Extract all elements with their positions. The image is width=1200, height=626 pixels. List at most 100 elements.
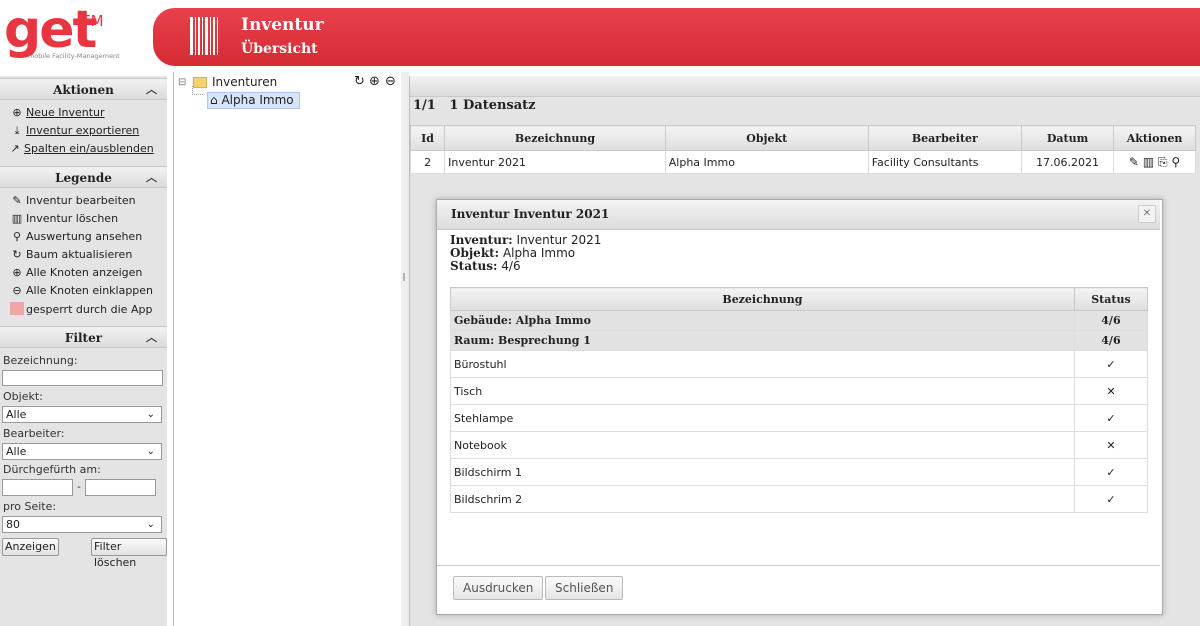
objekt-select[interactable]: Alle ⌄ bbox=[2, 406, 162, 423]
app-header: get FM mobile Facility-Management Invent… bbox=[0, 0, 1200, 72]
checkmark-icon: ✓ bbox=[1073, 404, 1149, 432]
tree-node-alpha-immo[interactable]: ⌂ Alpha Immo bbox=[207, 92, 300, 109]
date-label: Dürchgefürth am: bbox=[3, 463, 101, 476]
legend-label: Inventur bearbeiten bbox=[26, 194, 136, 207]
group-status: 4/6 bbox=[1073, 310, 1149, 331]
export-inventory-label[interactable]: Inventur exportieren bbox=[26, 124, 139, 137]
bezeichnung-input[interactable] bbox=[2, 370, 163, 386]
objekt-info-value: Alpha Immo bbox=[502, 246, 576, 260]
page-subtitle: Übersicht bbox=[241, 41, 318, 57]
legend-label: Baum aktualisieren bbox=[26, 248, 133, 261]
legend-label: Auswertung ansehen bbox=[26, 230, 143, 243]
legend-label: gesperrt durch die App bbox=[26, 303, 153, 316]
logo-tagline: mobile Facility-Management bbox=[28, 52, 120, 60]
tree-root-label[interactable]: Inventuren bbox=[212, 75, 277, 89]
plus-circle-icon: ⊕ bbox=[12, 106, 22, 119]
export-file-icon[interactable]: ⎘ bbox=[1158, 155, 1168, 169]
list-item: Stehlampe ✓ bbox=[450, 404, 1149, 432]
actions-section-header[interactable]: Aktionen ︿ bbox=[0, 78, 167, 100]
list-item: Bürostuhl ✓ bbox=[450, 350, 1149, 378]
refresh-icon[interactable]: ↻ bbox=[354, 74, 365, 89]
logo-superscript: FM bbox=[82, 12, 104, 30]
legend-item: ⊖ Alle Knoten einklappen bbox=[10, 284, 153, 297]
item-label: Bürostuhl bbox=[450, 350, 1075, 378]
magnifier-icon: ⚲ bbox=[12, 230, 22, 243]
per-page-label: pro Seite: bbox=[3, 500, 57, 513]
close-button[interactable]: Schließen bbox=[545, 576, 624, 600]
dialog-table-header: Bezeichnung Status bbox=[450, 287, 1149, 311]
column-header-bezeichnung[interactable]: Bezeichnung bbox=[444, 125, 666, 151]
chevron-up-icon[interactable]: ︿ bbox=[146, 327, 157, 349]
legend-label: Alle Knoten einklappen bbox=[26, 284, 154, 297]
page-info: 1/1 bbox=[413, 98, 436, 113]
column-header-bearbeiter[interactable]: Bearbeiter bbox=[867, 125, 1022, 151]
show-button[interactable]: Anzeigen bbox=[2, 538, 59, 556]
tree-connector bbox=[192, 86, 203, 95]
magnifier-icon[interactable]: ⚲ bbox=[1171, 155, 1180, 169]
cell-actions: ✎ ▥ ⎘ ⚲ bbox=[1113, 150, 1196, 174]
zoom-out-icon[interactable]: ⊖ bbox=[385, 74, 396, 89]
legend-section-header[interactable]: Legende ︿ bbox=[0, 166, 167, 188]
bearbeiter-select[interactable]: Alle ⌄ bbox=[2, 443, 162, 460]
per-page-select-value: 80 bbox=[6, 518, 20, 531]
chevron-down-icon: ⌄ bbox=[146, 519, 155, 530]
column-header-objekt[interactable]: Objekt bbox=[664, 125, 869, 151]
zoom-in-icon: ⊕ bbox=[12, 266, 22, 279]
cell-datum: 17.06.2021 bbox=[1020, 150, 1115, 174]
toggle-columns-link[interactable]: ↗ Spalten ein/ausblenden bbox=[8, 142, 154, 155]
objekt-select-value: Alle bbox=[6, 408, 27, 421]
bezeichnung-label: Bezeichnung: bbox=[3, 354, 78, 367]
cell-bezeichnung: Inventur 2021 bbox=[444, 150, 666, 174]
column-header-aktionen: Aktionen bbox=[1113, 125, 1196, 151]
legend-item: ⚲ Auswertung ansehen bbox=[10, 230, 142, 243]
per-page-select[interactable]: 80 ⌄ bbox=[2, 516, 162, 533]
panel-splitter[interactable]: ‖ bbox=[401, 72, 409, 626]
actions-section-title: Aktionen bbox=[53, 83, 114, 97]
new-inventory-link[interactable]: ⊕ Neue Inventur bbox=[10, 106, 105, 119]
date-to-input[interactable] bbox=[85, 479, 156, 496]
list-item: Notebook ✕ bbox=[450, 431, 1149, 459]
close-icon[interactable]: ✕ bbox=[1138, 205, 1156, 223]
filter-section-header[interactable]: Filter ︿ bbox=[0, 326, 167, 348]
zoom-in-icon[interactable]: ⊕ bbox=[369, 74, 380, 89]
home-icon: ⌂ bbox=[210, 93, 218, 107]
group-label: Raum: Besprechung 1 bbox=[450, 330, 1075, 351]
checkmark-icon: ✓ bbox=[1073, 350, 1149, 378]
objekt-info-label: Objekt: bbox=[450, 246, 500, 260]
item-label: Tisch bbox=[450, 377, 1075, 405]
new-inventory-label[interactable]: Neue Inventur bbox=[26, 106, 105, 119]
date-from-input[interactable] bbox=[2, 479, 73, 496]
bearbeiter-select-value: Alle bbox=[6, 445, 27, 458]
date-separator: - bbox=[77, 480, 81, 493]
dialog-objekt-info: Objekt: Alpha Immo bbox=[450, 246, 575, 260]
chevron-down-icon: ⌄ bbox=[146, 409, 155, 420]
print-button[interactable]: Ausdrucken bbox=[453, 576, 544, 600]
column-header-datum[interactable]: Datum bbox=[1020, 125, 1115, 151]
locked-swatch bbox=[10, 302, 24, 315]
record-count: 1/1 1 Datensatz bbox=[413, 98, 536, 113]
legend-section-title: Legende bbox=[55, 171, 112, 185]
chevron-down-icon: ⌄ bbox=[146, 446, 155, 457]
group-row: Gebäude: Alpha Immo 4/6 bbox=[450, 310, 1149, 331]
dialog-inventur-info: Inventur: Inventur 2021 bbox=[450, 233, 601, 247]
clear-filter-button[interactable]: Filter löschen bbox=[91, 538, 167, 569]
chevron-up-icon[interactable]: ︿ bbox=[146, 79, 157, 101]
toggle-columns-label[interactable]: Spalten ein/ausblenden bbox=[24, 142, 154, 155]
list-item: Tisch ✕ bbox=[450, 377, 1149, 405]
tree-collapse-toggle[interactable]: ⊟ bbox=[178, 77, 186, 88]
status-value: 4/6 bbox=[501, 259, 521, 273]
refresh-icon: ↻ bbox=[12, 248, 22, 261]
cross-icon: ✕ bbox=[1073, 377, 1149, 405]
main-toolbar bbox=[410, 76, 1200, 97]
getfm-logo[interactable]: get FM mobile Facility-Management bbox=[4, 0, 154, 66]
chevron-up-icon[interactable]: ︿ bbox=[146, 167, 157, 189]
export-inventory-link[interactable]: ⤓ Inventur exportieren bbox=[10, 124, 140, 138]
list-item: Bildschirm 1 ✓ bbox=[450, 458, 1149, 486]
legend-label: Inventur löschen bbox=[26, 212, 119, 225]
trash-icon[interactable]: ▥ bbox=[1143, 155, 1154, 169]
cross-icon: ✕ bbox=[1073, 431, 1149, 459]
column-header-id[interactable]: Id bbox=[409, 125, 446, 151]
pencil-icon[interactable]: ✎ bbox=[1129, 155, 1139, 169]
inventory-items-table: Bezeichnung Status Gebäude: Alpha Immo 4… bbox=[450, 287, 1149, 513]
table-row[interactable]: 2 Inventur 2021 Alpha Immo Facility Cons… bbox=[409, 150, 1196, 174]
